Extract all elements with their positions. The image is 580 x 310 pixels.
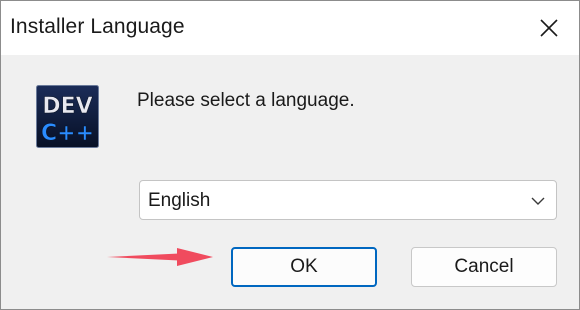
ok-button[interactable]: OK xyxy=(231,247,377,287)
window-title: Installer Language xyxy=(10,15,185,38)
icon-text-dev: DEV xyxy=(42,94,92,119)
cancel-button[interactable]: Cancel xyxy=(411,247,557,287)
icon-text-cpp: C++ xyxy=(41,121,94,146)
close-icon xyxy=(540,19,558,37)
prompt-label: Please select a language. xyxy=(137,90,355,111)
title-bar: Installer Language xyxy=(1,1,579,55)
language-select[interactable]: English xyxy=(139,180,557,220)
installer-language-dialog: Installer Language DEV C++ Please select… xyxy=(0,0,580,310)
dev-cpp-icon: DEV C++ xyxy=(36,85,99,148)
dialog-body: DEV C++ Please select a language. Englis… xyxy=(1,55,579,309)
chevron-down-icon xyxy=(531,197,545,205)
red-arrow-icon xyxy=(107,248,213,266)
language-select-value: English xyxy=(148,190,211,211)
close-button[interactable] xyxy=(519,1,579,55)
